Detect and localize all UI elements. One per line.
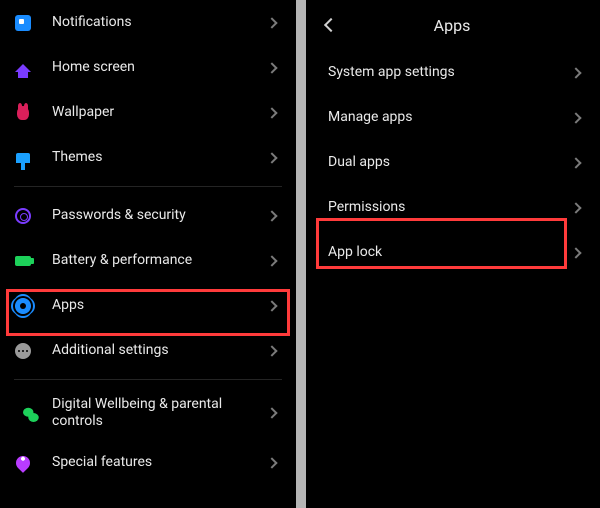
row-label: Apps — [52, 297, 268, 315]
notifications-icon — [12, 12, 34, 34]
chevron-right-icon — [266, 345, 277, 356]
row-label: Home screen — [52, 59, 268, 77]
row-special-features[interactable]: Special features — [0, 440, 296, 485]
chevron-right-icon — [570, 67, 581, 78]
home-icon — [12, 57, 34, 79]
battery-icon — [12, 250, 34, 272]
divider — [14, 186, 282, 187]
chevron-right-icon — [266, 210, 277, 221]
chevron-right-icon — [570, 202, 581, 213]
wallpaper-icon — [12, 102, 34, 124]
row-label: Themes — [52, 149, 268, 167]
settings-list-panel: Notifications Home screen Wallpaper Them… — [0, 0, 296, 508]
apps-header: Apps — [306, 0, 600, 50]
row-label: System app settings — [328, 64, 572, 82]
chevron-right-icon — [570, 157, 581, 168]
row-additional-settings[interactable]: Additional settings — [0, 328, 296, 373]
row-manage-apps[interactable]: Manage apps — [306, 95, 600, 140]
row-label: Passwords & security — [52, 207, 268, 225]
chevron-right-icon — [570, 112, 581, 123]
row-digital-wellbeing[interactable]: Digital Wellbeing & parental controls — [0, 386, 296, 440]
row-notifications[interactable]: Notifications — [0, 0, 296, 45]
row-passwords-security[interactable]: Passwords & security — [0, 193, 296, 238]
row-label: App lock — [328, 244, 572, 262]
row-system-app-settings[interactable]: System app settings — [306, 50, 600, 95]
wellbeing-icon — [12, 402, 34, 424]
row-dual-apps[interactable]: Dual apps — [306, 140, 600, 185]
chevron-right-icon — [266, 152, 277, 163]
row-label: Additional settings — [52, 342, 268, 360]
row-apps[interactable]: Apps — [0, 283, 296, 328]
apps-icon — [12, 295, 34, 317]
back-icon[interactable] — [324, 18, 338, 32]
row-label: Wallpaper — [52, 104, 268, 122]
row-label: Permissions — [328, 199, 572, 217]
row-label: Digital Wellbeing & parental controls — [52, 396, 268, 431]
row-permissions[interactable]: Permissions — [306, 185, 600, 230]
row-home-screen[interactable]: Home screen — [0, 45, 296, 90]
page-title: Apps — [340, 16, 564, 35]
row-app-lock[interactable]: App lock — [306, 230, 600, 275]
chevron-right-icon — [266, 107, 277, 118]
chevron-right-icon — [266, 457, 277, 468]
additional-icon — [12, 340, 34, 362]
chevron-right-icon — [266, 300, 277, 311]
row-label: Manage apps — [328, 109, 572, 127]
apps-subpanel: Apps System app settings Manage apps Dua… — [306, 0, 600, 508]
panel-gap — [296, 0, 306, 508]
row-label: Special features — [52, 454, 268, 472]
chevron-right-icon — [266, 407, 277, 418]
security-icon — [12, 205, 34, 227]
chevron-right-icon — [266, 62, 277, 73]
chevron-right-icon — [266, 17, 277, 28]
row-label: Dual apps — [328, 154, 572, 172]
special-icon — [12, 452, 34, 474]
chevron-right-icon — [266, 255, 277, 266]
themes-icon — [12, 147, 34, 169]
divider — [14, 379, 282, 380]
row-label: Battery & performance — [52, 252, 268, 270]
row-themes[interactable]: Themes — [0, 135, 296, 180]
row-label: Notifications — [52, 14, 268, 32]
row-wallpaper[interactable]: Wallpaper — [0, 90, 296, 135]
chevron-right-icon — [570, 247, 581, 258]
row-battery-performance[interactable]: Battery & performance — [0, 238, 296, 283]
